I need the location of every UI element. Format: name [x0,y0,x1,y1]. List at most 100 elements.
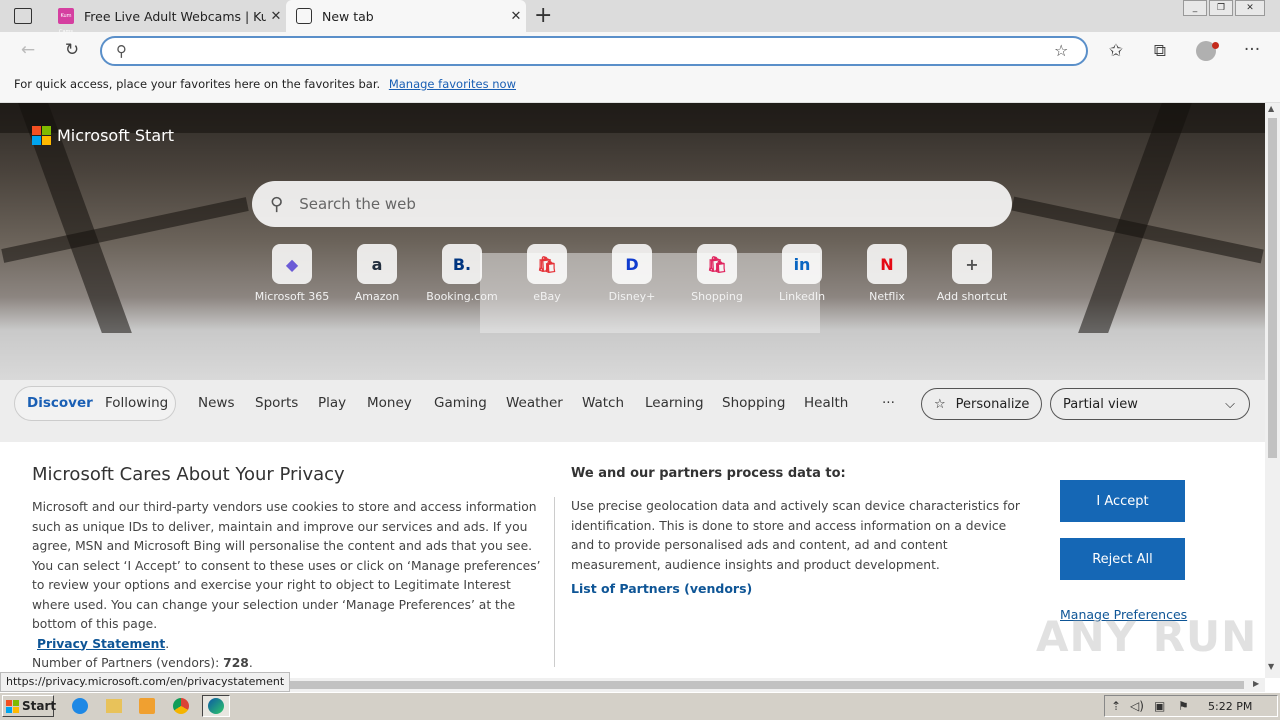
kumcams-favicon-icon: Kum Cams [58,8,74,35]
nav-item-learning[interactable]: Learning [645,395,704,411]
tab-webcams[interactable]: Kum Cams Free Live Adult Webcams | KumC … [48,0,286,35]
back-arrow-icon[interactable]: ← [14,40,42,60]
shortcut-icon: + [952,244,992,284]
close-tab-icon[interactable]: ✕ [266,9,286,24]
network-icon[interactable]: ▣ [1154,699,1165,713]
quick-link-label: eBay [533,290,561,303]
quick-link[interactable]: 🛍 eBay [507,244,587,303]
banner-title: Microsoft Cares About Your Privacy [32,464,345,485]
nav-item-health[interactable]: Health [804,395,848,411]
add-favorite-icon[interactable]: ☆ [1054,41,1068,60]
nav-item-weather[interactable]: Weather [506,395,563,411]
tab-discover[interactable]: Discover [27,395,93,411]
scroll-down-icon[interactable]: ▼ [1268,662,1274,671]
quick-link[interactable]: B. Booking.com [422,244,502,303]
close-window-button[interactable]: ✕ [1235,0,1265,16]
shortcut-icon: a [357,244,397,284]
newtab-background [0,103,1265,380]
internet-explorer-icon[interactable] [72,698,88,714]
chrome-icon[interactable] [173,698,189,714]
shortcut-icon: D [612,244,652,284]
nav-item-shopping[interactable]: Shopping [722,395,785,411]
manage-favorites-link[interactable]: Manage favorites now [389,77,516,91]
quick-link-label: Shopping [691,290,743,303]
microsoft-logo-icon [32,126,51,145]
file-explorer-icon[interactable] [106,699,122,713]
partners-count-label: Number of Partners (vendors): [32,656,220,670]
quick-link[interactable]: a Amazon [337,244,417,303]
shortcut-icon: ◆ [272,244,312,284]
more-menu-icon[interactable]: ··· [1238,40,1266,60]
address-bar[interactable]: ⚲ ☆ [100,36,1088,66]
tab-title: Free Live Adult Webcams | KumC [84,8,266,24]
taskbar-clock[interactable]: 5:22 PM [1208,700,1252,713]
quick-link[interactable]: N Netflix [847,244,927,303]
search-icon: ⚲ [116,42,127,60]
quick-link-label: Netflix [869,290,905,303]
profile-alert-dot [1212,42,1219,49]
quick-link-label: LinkedIn [778,290,826,303]
shortcut-icon: N [867,244,907,284]
collections-icon[interactable]: ⧉ [1146,41,1174,61]
nav-item-gaming[interactable]: Gaming [434,395,487,411]
purpose-text: Use precise geolocation data and activel… [571,499,1020,572]
accept-button[interactable]: I Accept [1060,480,1185,522]
view-select[interactable]: Partial view ⌵ [1050,388,1250,420]
flag-icon[interactable]: ⚑ [1178,699,1189,713]
quick-link-label: Microsoft 365 [254,290,330,303]
favorites-bar-text: For quick access, place your favorites h… [14,77,381,91]
personalize-icon: ☆ [934,396,946,412]
status-bar-url: https://privacy.microsoft.com/en/privacy… [0,672,291,692]
start-button[interactable]: Start [2,695,57,717]
quick-link[interactable]: ◆ Microsoft 365 [252,244,332,303]
refresh-icon[interactable]: ↻ [58,40,86,60]
more-categories-icon[interactable]: ··· [882,395,895,411]
banner-text-block: Microsoft and our third-party vendors us… [32,500,541,670]
volume-icon[interactable]: ◁) [1130,699,1144,713]
quick-link[interactable]: 🛍 Shopping [677,244,757,303]
quick-link[interactable]: in LinkedIn [762,244,842,303]
nav-item-sports[interactable]: Sports [255,395,298,411]
favorites-bar: For quick access, place your favorites h… [0,70,1280,103]
address-input[interactable] [142,41,1002,61]
close-tab-icon[interactable]: ✕ [506,9,526,24]
reject-all-button[interactable]: Reject All [1060,538,1185,580]
scroll-right-icon[interactable]: ▶ [1253,679,1259,688]
media-player-icon[interactable] [139,698,155,714]
shortcut-icon: 🛍 [527,244,567,284]
quick-link[interactable]: D Disney+ [592,244,672,303]
start-label: Start [22,699,57,713]
microsoft-start-logo[interactable]: Microsoft Start [32,126,174,145]
chevron-down-icon: ⌵ [1225,396,1235,412]
search-icon: ⚲ [270,193,284,215]
nav-item-watch[interactable]: Watch [582,395,624,411]
nav-item-play[interactable]: Play [318,395,346,411]
favorites-icon[interactable]: ✩ [1102,41,1130,61]
web-search-box[interactable]: ⚲ Search the web [252,181,1012,227]
new-tab-button[interactable]: + [534,3,552,28]
purpose-heading: We and our partners process data to: [571,466,846,481]
tab-actions-icon[interactable] [14,8,32,24]
scroll-up-icon[interactable]: ▲ [1268,104,1274,113]
restore-button[interactable]: ❐ [1209,0,1233,16]
tray-expand-icon[interactable]: ⇡ [1111,699,1121,713]
privacy-statement-link[interactable]: Privacy Statement [37,637,165,651]
shortcut-icon: 🛍 [697,244,737,284]
nav-item-news[interactable]: News [198,395,234,411]
tab-new-tab[interactable]: New tab ✕ [286,0,526,32]
quick-link-label: Disney+ [608,290,656,303]
tab-following[interactable]: Following [105,395,168,411]
personalize-label: Personalize [955,396,1030,412]
partners-count: 728 [223,656,249,670]
minimize-button[interactable]: _ [1183,0,1207,16]
quick-link[interactable]: + Add shortcut [932,244,1012,303]
personalize-button[interactable]: ☆ Personalize [921,388,1042,420]
view-select-value: Partial view [1063,396,1138,412]
vertical-scroll-thumb[interactable] [1268,118,1277,458]
banner-divider [554,497,555,667]
nav-item-money[interactable]: Money [367,395,412,411]
edge-taskbar-button[interactable] [202,695,230,717]
partners-list-link[interactable]: List of Partners (vendors) [571,581,752,596]
shortcut-icon: B. [442,244,482,284]
quick-link-label: Add shortcut [936,290,1008,303]
